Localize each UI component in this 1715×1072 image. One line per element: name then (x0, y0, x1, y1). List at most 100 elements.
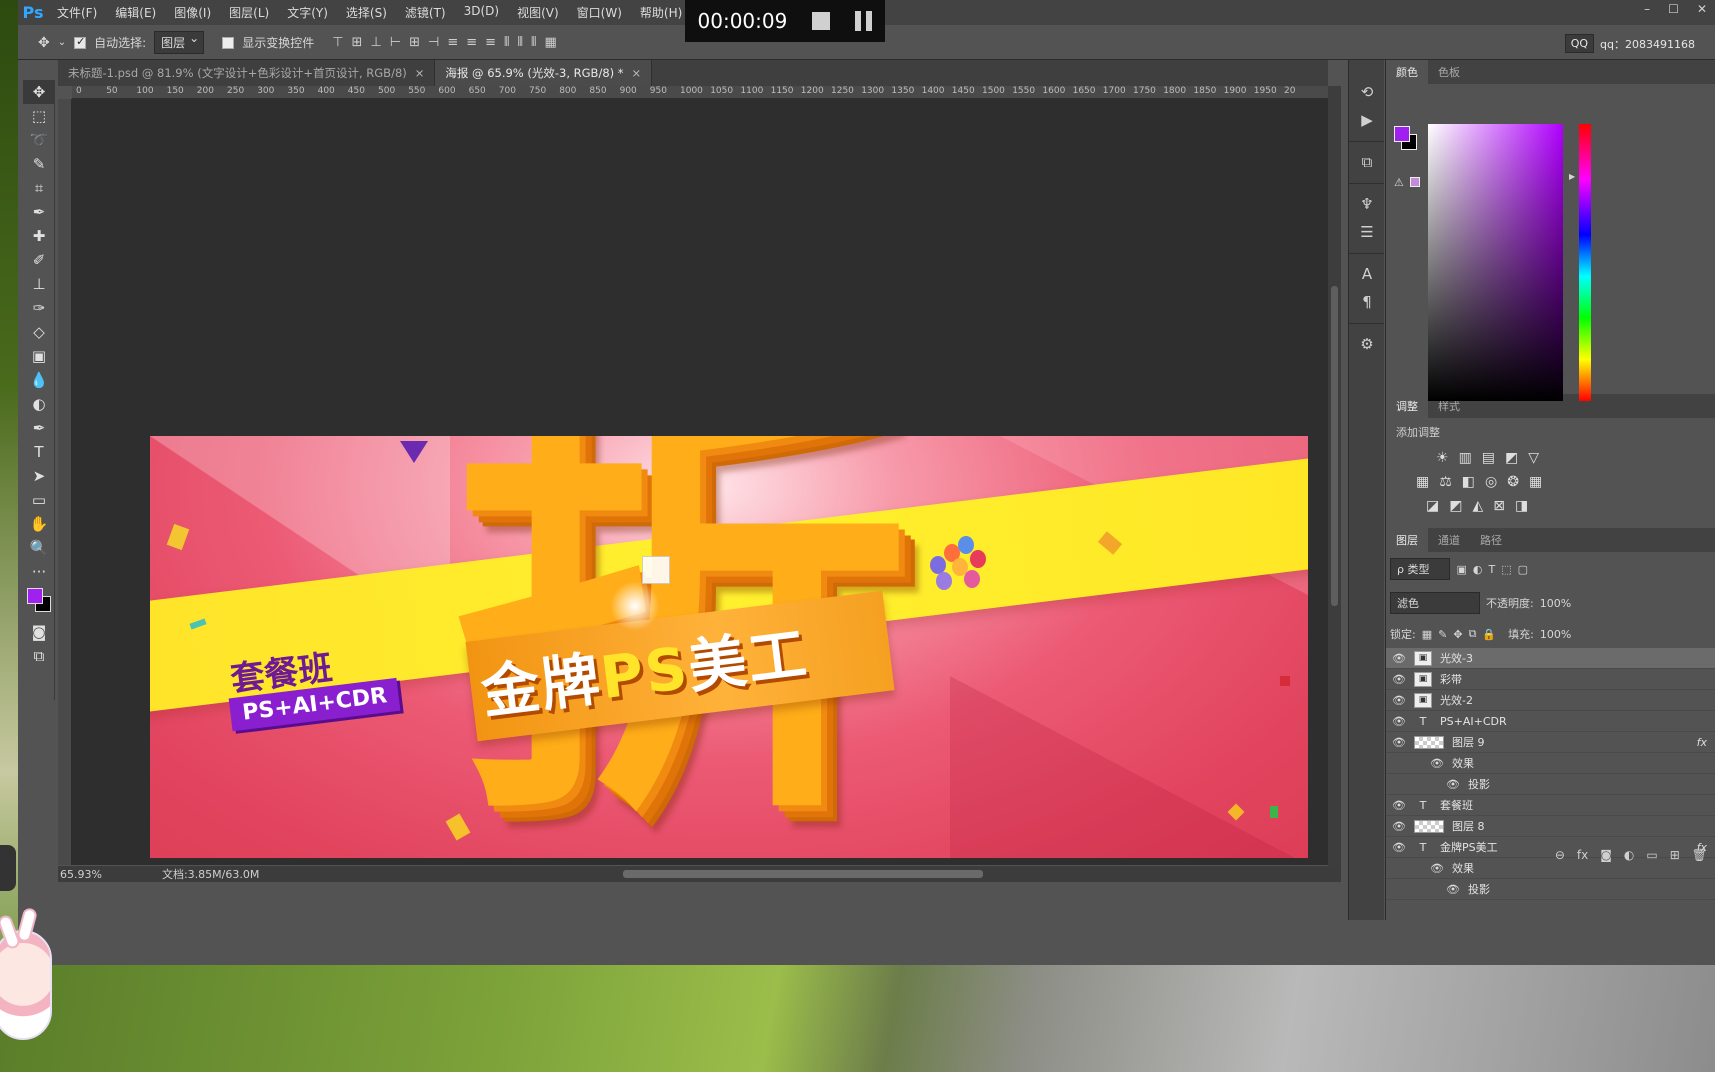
eye-icon[interactable]: 👁 (1392, 652, 1406, 665)
quick-mask-icon[interactable]: ◙ (23, 620, 55, 644)
actions-play-icon[interactable]: ▶ (1349, 106, 1385, 134)
new-adjustment-icon[interactable]: ◐ (1624, 848, 1634, 868)
maximize-button[interactable]: ☐ (1668, 2, 1679, 16)
gamut-swatch[interactable] (1410, 177, 1420, 187)
eye-icon[interactable]: 👁 (1392, 673, 1406, 686)
fill-value[interactable]: 100% (1540, 628, 1571, 641)
glyphs-icon[interactable]: ⚙ (1349, 330, 1385, 358)
layer-row[interactable]: 👁 ▣ 光效-2 (1386, 690, 1715, 711)
color-lookup-icon[interactable]: ▦ (1529, 474, 1542, 490)
hue-saturation-icon[interactable]: ▦ (1416, 474, 1429, 490)
layer-fx-badge[interactable]: fx (1697, 736, 1707, 749)
lasso-tool-icon[interactable]: ➰ (23, 128, 55, 152)
foreground-color-swatch[interactable] (27, 588, 43, 604)
quick-select-tool-icon[interactable]: ✎ (23, 152, 55, 176)
color-balance-icon[interactable]: ⚖ (1439, 474, 1452, 490)
curves-icon[interactable]: ▤ (1482, 450, 1495, 466)
distribute-bottom-icon[interactable]: ≡ (485, 35, 496, 50)
eraser-tool-icon[interactable]: ◇ (23, 320, 55, 344)
vibrance-icon[interactable]: ▽ (1528, 450, 1539, 466)
align-left-icon[interactable]: ⊢ (390, 35, 401, 50)
paragraph-icon[interactable]: ¶ (1349, 288, 1385, 316)
tab-poster[interactable]: 海报 @ 65.9% (光效-3, RGB/8) * × (435, 60, 653, 86)
distribute-hcenter-icon[interactable]: ⫴ (518, 35, 523, 50)
scroll-thumb[interactable] (1331, 286, 1338, 606)
menu-item[interactable]: 窗口(W) (568, 4, 631, 21)
eye-icon[interactable]: 👁 (1392, 694, 1406, 707)
hue-slider[interactable] (1579, 124, 1591, 401)
menu-item[interactable]: 3D(D) (455, 4, 508, 21)
layer-row[interactable]: 👁 T 套餐班 (1386, 795, 1715, 816)
add-mask-icon[interactable]: ◙ (1600, 848, 1612, 868)
layer-row[interactable]: 👁 图层 9 fx (1386, 732, 1715, 753)
eye-icon[interactable]: 👁 (1446, 778, 1460, 791)
channel-mixer-icon[interactable]: ❂ (1507, 474, 1519, 490)
screen-mode-icon[interactable]: ⧉ (23, 644, 55, 668)
path-select-tool-icon[interactable]: ➤ (23, 464, 55, 488)
canvas-area[interactable]: 折 金牌PS美工 套餐班 PS+AI+CDR (72, 99, 1328, 865)
color-field[interactable] (1428, 124, 1563, 401)
distribute-top-icon[interactable]: ≡ (447, 35, 458, 50)
lock-pixels-icon[interactable]: ✎ (1438, 628, 1447, 641)
layer-row[interactable]: 👁 ▣ 光效-3 (1386, 648, 1715, 669)
distribute-right-icon[interactable]: ⫴ (531, 35, 536, 50)
vertical-scrollbar[interactable] (1328, 86, 1341, 866)
link-layers-icon[interactable]: ⊖ (1555, 848, 1565, 868)
tab-color[interactable]: 颜色 (1386, 60, 1428, 84)
chevron-down-icon[interactable]: ⌄ (58, 37, 66, 48)
brush-settings-icon[interactable]: ☰ (1349, 218, 1385, 246)
tab-paths[interactable]: 路径 (1470, 528, 1512, 552)
filter-type-icon[interactable]: T (1489, 563, 1496, 576)
tab-untitled-1[interactable]: 未标题-1.psd @ 81.9% (文字设计+色彩设计+首页设计, RGB/8… (58, 60, 436, 86)
show-transform-checkbox[interactable] (222, 36, 235, 49)
photo-filter-icon[interactable]: ◎ (1485, 474, 1497, 490)
opacity-value[interactable]: 100% (1540, 597, 1571, 610)
auto-select-checkbox[interactable] (74, 35, 87, 49)
minimize-button[interactable]: – (1644, 2, 1650, 16)
distribute-vcenter-icon[interactable]: ≡ (466, 35, 477, 50)
lock-transparent-icon[interactable]: ▦ (1422, 628, 1432, 641)
align-hcenter-icon[interactable]: ⊞ (409, 35, 420, 50)
healing-brush-tool-icon[interactable]: ✚ (23, 224, 55, 248)
menu-item[interactable]: 视图(V) (508, 4, 568, 21)
horizontal-scrollbar[interactable] (303, 866, 1313, 882)
layer-row[interactable]: 👁 T PS+AI+CDR (1386, 711, 1715, 732)
auto-align-icon[interactable]: ▦ (544, 35, 556, 50)
new-group-icon[interactable]: ▭ (1646, 848, 1657, 868)
crop-tool-icon[interactable]: ⌗ (23, 176, 55, 200)
panel-foreground-swatch[interactable] (1394, 126, 1410, 142)
filter-smart-icon[interactable]: ▢ (1518, 563, 1528, 576)
selected-layer-marker[interactable] (642, 556, 670, 584)
filter-adjust-icon[interactable]: ◐ (1473, 563, 1483, 576)
dodge-tool-icon[interactable]: ◐ (23, 392, 55, 416)
zoom-level[interactable]: 65.93% (60, 868, 102, 881)
distribute-left-icon[interactable]: ⫴ (504, 35, 509, 50)
exposure-icon[interactable]: ◩ (1505, 450, 1518, 466)
eye-icon[interactable]: 👁 (1392, 715, 1406, 728)
hue-slider-arrow[interactable]: ▶ (1569, 172, 1575, 181)
tab-swatches[interactable]: 色板 (1428, 60, 1470, 84)
black-white-icon[interactable]: ◧ (1462, 474, 1475, 490)
threshold-icon[interactable]: ◭ (1472, 498, 1483, 514)
invert-icon[interactable]: ◪ (1426, 498, 1439, 514)
side-widget[interactable] (0, 845, 16, 891)
type-tool-icon[interactable]: T (23, 440, 55, 464)
filter-shape-icon[interactable]: ⬚ (1501, 563, 1511, 576)
eye-icon[interactable]: 👁 (1430, 757, 1444, 770)
more-tools-icon[interactable]: ··· (23, 560, 55, 584)
brightness-icon[interactable]: ☀ (1436, 450, 1449, 466)
layer-row[interactable]: 👁 效果 (1386, 753, 1715, 774)
blur-tool-icon[interactable]: 💧 (23, 368, 55, 392)
eye-icon[interactable]: 👁 (1392, 799, 1406, 812)
scroll-thumb[interactable] (623, 870, 983, 878)
tab-adjustments[interactable]: 调整 (1386, 394, 1428, 418)
character-icon[interactable]: A (1349, 260, 1385, 288)
menu-item[interactable]: 文件(F) (48, 4, 106, 21)
blend-mode-select[interactable]: 滤色 (1390, 592, 1480, 614)
pen-tool-icon[interactable]: ✒ (23, 416, 55, 440)
layer-row[interactable]: 👁 图层 8 (1386, 816, 1715, 837)
layer-row[interactable]: 👁 投影 (1386, 774, 1715, 795)
rectangle-tool-icon[interactable]: ▭ (23, 488, 55, 512)
selective-color-icon[interactable]: ⊠ (1493, 498, 1505, 514)
align-top-icon[interactable]: ⊤ (332, 35, 343, 50)
